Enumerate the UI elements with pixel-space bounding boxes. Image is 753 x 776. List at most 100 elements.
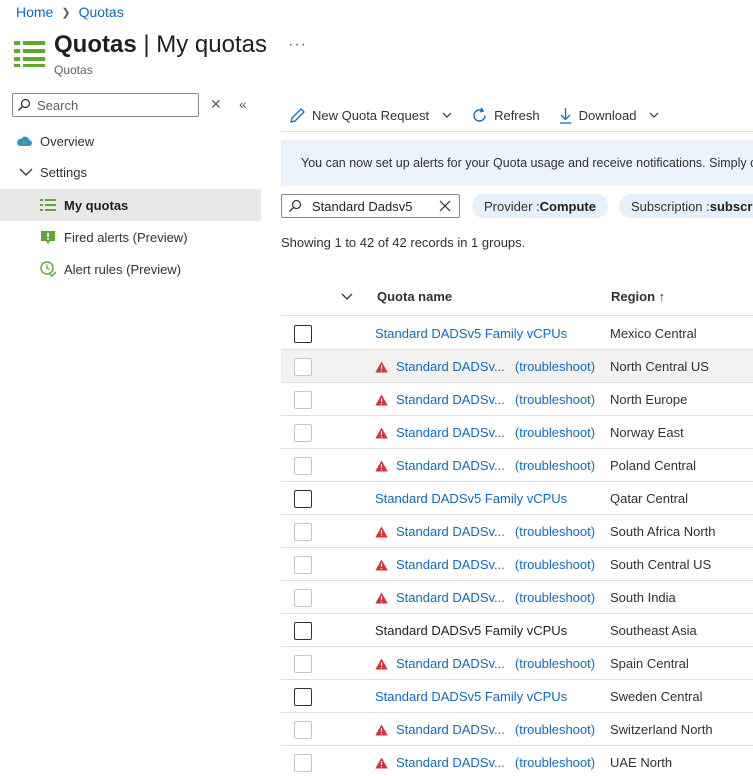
row-checkbox[interactable] <box>294 391 312 409</box>
troubleshoot-link[interactable]: (troubleshoot) <box>515 557 595 572</box>
new-quota-request-button[interactable]: New Quota Request <box>289 107 453 124</box>
troubleshoot-link[interactable]: (troubleshoot) <box>515 392 595 407</box>
row-checkbox[interactable] <box>294 325 312 343</box>
troubleshoot-link[interactable]: (troubleshoot) <box>515 524 595 539</box>
quota-name-link[interactable]: Standard DADSv... <box>396 458 505 473</box>
troubleshoot-link[interactable]: (troubleshoot) <box>515 359 595 374</box>
column-header-quota-name[interactable]: Quota name <box>377 283 452 309</box>
table-row[interactable]: Standard DADSv5 Family vCPUs Sweden Centr… <box>281 680 753 713</box>
list-icon <box>40 199 56 211</box>
clear-search-icon[interactable] <box>439 200 451 212</box>
table-row[interactable]: Standard DADSv5 Family vCPUs Qatar Centra… <box>281 482 753 515</box>
expand-all-toggle[interactable] <box>340 283 354 309</box>
row-checkbox[interactable] <box>294 457 312 475</box>
troubleshoot-link[interactable]: (troubleshoot) <box>515 656 595 671</box>
search-icon <box>289 199 302 212</box>
quota-name-cell: Standard DADSv5 Family vCPUs <box>375 491 567 506</box>
quota-name-link[interactable]: Standard DADSv... <box>396 755 505 770</box>
sidebar-item-label: Overview <box>40 133 95 149</box>
sidebar-item-fired-alerts[interactable]: Fired alerts (Preview) <box>0 221 261 253</box>
search-icon <box>18 98 31 111</box>
quota-name-cell: Standard DADSv5 Family vCPUs <box>375 326 567 341</box>
sidebar-item-settings[interactable]: Settings <box>0 156 261 188</box>
row-checkbox[interactable] <box>294 622 312 640</box>
quota-name-link[interactable]: Standard DADSv... <box>396 524 505 539</box>
clock-check-icon <box>40 261 56 277</box>
table-row[interactable]: Standard DADSv... (troubleshoot) Spain Cen… <box>281 647 753 680</box>
table-row[interactable]: Standard DADSv5 Family vCPUs Mexico Centr… <box>281 317 753 350</box>
row-checkbox[interactable] <box>294 754 312 772</box>
table-row[interactable]: Standard DADSv... (troubleshoot) Switzerla… <box>281 713 753 746</box>
quota-name-link[interactable]: Standard DADSv... <box>396 656 505 671</box>
table-row[interactable]: Standard DADSv... (troubleshoot) UAE North <box>281 746 753 776</box>
row-checkbox[interactable] <box>294 655 312 673</box>
breadcrumb-home-link[interactable]: Home <box>16 4 53 20</box>
quota-name-link[interactable]: Standard DADSv... <box>396 722 505 737</box>
quota-name-link[interactable]: Standard DADSv... <box>396 590 505 605</box>
warning-icon <box>375 559 388 570</box>
download-button[interactable]: Download <box>558 107 661 124</box>
quota-search-input[interactable]: Standard Dadsv5 <box>281 194 460 218</box>
quota-name-link[interactable]: Standard DADSv5 Family vCPUs <box>375 491 567 506</box>
quota-name-link[interactable]: Standard DADSv5 Family vCPUs <box>375 689 567 704</box>
sidebar-item-overview[interactable]: Overview <box>0 125 261 157</box>
quota-name-link[interactable]: Standard DADSv... <box>396 392 505 407</box>
refresh-button[interactable]: Refresh <box>471 107 540 124</box>
quota-name-link[interactable]: Standard DADSv... <box>396 557 505 572</box>
table-row[interactable]: Standard DADSv... (troubleshoot) South Ind… <box>281 581 753 614</box>
quota-name-cell: Standard DADSv... (troubleshoot) <box>375 656 595 671</box>
region-cell: Mexico Central <box>610 326 697 341</box>
row-checkbox[interactable] <box>294 721 312 739</box>
table-row[interactable]: Standard DADSv... (troubleshoot) South Cen… <box>281 548 753 581</box>
sidebar-search-placeholder: Search <box>37 97 79 113</box>
quota-name-link[interactable]: Standard DADSv5 Family vCPUs <box>375 326 567 341</box>
quota-name-cell: Standard DADSv... (troubleshoot) <box>375 722 595 737</box>
table-row[interactable]: Standard DADSv... (troubleshoot) South Afr… <box>281 515 753 548</box>
table-row[interactable]: Standard DADSv5 Family vCPUs Southeast As… <box>281 614 753 647</box>
troubleshoot-link[interactable]: (troubleshoot) <box>515 590 595 605</box>
region-cell: UAE North <box>610 755 673 770</box>
quota-name-link[interactable]: Standard DADSv... <box>396 425 505 440</box>
quota-name-cell: Standard DADSv... (troubleshoot) <box>375 359 595 374</box>
sidebar-item-my-quotas[interactable]: My quotas <box>0 189 261 221</box>
quota-name-cell: Standard DADSv5 Family vCPUs <box>375 623 567 638</box>
row-checkbox[interactable] <box>294 490 312 508</box>
table-row[interactable]: Standard DADSv... (troubleshoot) Norway Ea… <box>281 416 753 449</box>
table-row[interactable]: Standard DADSv... (troubleshoot) North Cen… <box>281 350 753 383</box>
troubleshoot-link[interactable]: (troubleshoot) <box>515 755 595 770</box>
troubleshoot-link[interactable]: (troubleshoot) <box>515 722 595 737</box>
cloud-icon <box>17 136 32 146</box>
quota-name-cell: Standard DADSv5 Family vCPUs <box>375 689 567 704</box>
clear-icon[interactable]: ✕ <box>210 96 222 113</box>
records-summary: Showing 1 to 42 of 42 records in 1 group… <box>281 235 526 250</box>
provider-filter-pill[interactable]: Provider : Compute <box>472 194 608 218</box>
quota-name-cell: Standard DADSv... (troubleshoot) <box>375 392 595 407</box>
column-header-region[interactable]: Region ↑ <box>611 283 665 309</box>
quota-name-link[interactable]: Standard DADSv... <box>396 359 505 374</box>
region-cell: Qatar Central <box>610 491 689 506</box>
table-row[interactable]: Standard DADSv... (troubleshoot) North Eur… <box>281 383 753 416</box>
troubleshoot-link[interactable]: (troubleshoot) <box>515 425 595 440</box>
region-cell: Spain Central <box>610 656 689 671</box>
row-checkbox[interactable] <box>294 556 312 574</box>
sidebar-search-input[interactable]: Search <box>12 93 199 117</box>
sidebar-item-alert-rules[interactable]: Alert rules (Preview) <box>0 253 261 285</box>
table-row[interactable]: Standard DADSv... (troubleshoot) Poland Ce… <box>281 449 753 482</box>
warning-icon <box>375 757 388 768</box>
row-checkbox[interactable] <box>294 358 312 376</box>
subscription-filter-pill[interactable]: Subscription : subscri <box>619 194 753 218</box>
chevron-down-icon <box>19 168 33 176</box>
row-checkbox[interactable] <box>294 688 312 706</box>
refresh-label: Refresh <box>494 107 540 123</box>
warning-icon <box>375 460 388 471</box>
warning-icon <box>375 394 388 405</box>
quota-name-cell: Standard DADSv... (troubleshoot) <box>375 755 595 770</box>
row-checkbox[interactable] <box>294 424 312 442</box>
row-checkbox[interactable] <box>294 589 312 607</box>
row-checkbox[interactable] <box>294 523 312 541</box>
warning-icon <box>375 526 388 537</box>
collapse-sidebar-icon[interactable]: « <box>239 96 247 112</box>
breadcrumb-quotas-link[interactable]: Quotas <box>79 4 124 20</box>
troubleshoot-link[interactable]: (troubleshoot) <box>515 458 595 473</box>
more-options-icon[interactable]: ··· <box>288 36 307 54</box>
